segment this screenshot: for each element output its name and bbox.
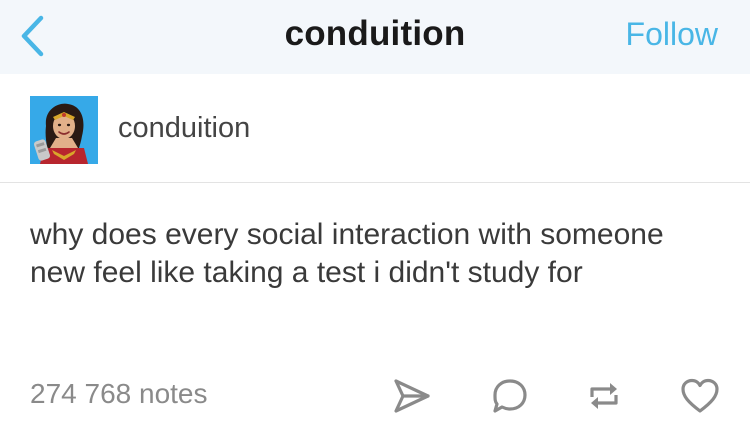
reblog-icon — [590, 383, 618, 409]
author-name[interactable]: conduition — [118, 112, 250, 145]
top-navigation-bar: conduition Follow — [0, 0, 750, 74]
post-header: conduition — [0, 74, 750, 183]
reply-icon — [493, 379, 527, 413]
like-button[interactable] — [676, 372, 724, 420]
post-footer: 274 768 notes — [0, 368, 750, 428]
reply-button[interactable] — [486, 372, 534, 420]
notes-count[interactable]: 274 768 notes — [30, 378, 208, 410]
post-body-text: why does every social interaction with s… — [30, 218, 664, 289]
share-button[interactable] — [388, 372, 436, 420]
like-icon — [681, 378, 719, 413]
avatar[interactable] — [30, 96, 98, 164]
reblog-button[interactable] — [580, 372, 628, 420]
avatar-illustration — [30, 96, 98, 164]
follow-button[interactable]: Follow — [626, 0, 718, 70]
share-icon — [394, 379, 430, 413]
